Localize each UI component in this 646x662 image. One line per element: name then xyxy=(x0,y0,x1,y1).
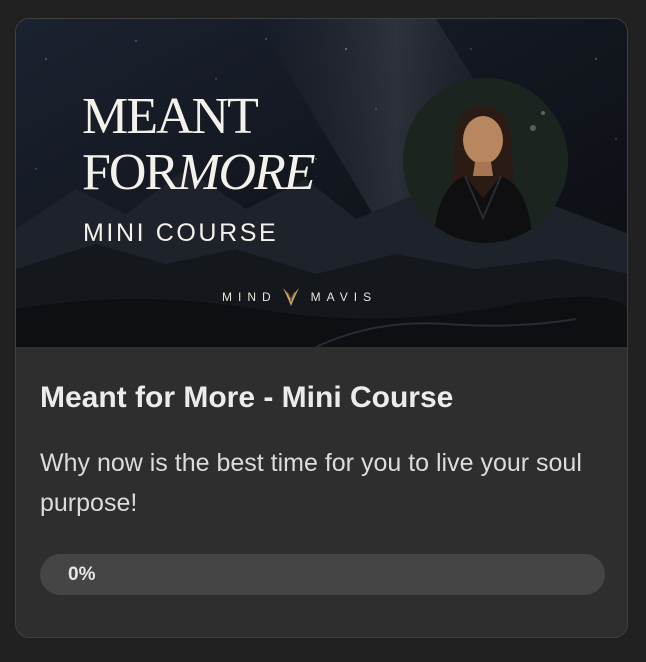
progress-label: 0% xyxy=(68,564,96,585)
banner-subtitle: MINI COURSE xyxy=(83,219,279,247)
banner-title-line1: MEANT xyxy=(82,88,259,145)
course-card[interactable]: MEANT FORMORE MINI COURSE MIND MAVIS Mea… xyxy=(15,18,628,638)
course-title[interactable]: Meant for More - Mini Course xyxy=(40,381,453,415)
banner-title-line2: FORMORE xyxy=(82,144,316,201)
brand-text-left: MIND xyxy=(222,290,277,304)
instructor-portrait xyxy=(403,78,568,243)
course-progress-bar: 0% xyxy=(40,554,605,595)
brand-text-right: MAVIS xyxy=(310,290,378,304)
course-description: Why now is the best time for you to live… xyxy=(40,449,582,517)
course-banner-image[interactable]: MEANT FORMORE MINI COURSE MIND MAVIS xyxy=(16,19,627,347)
woman-portrait-icon xyxy=(403,78,568,243)
banner-title-for: FOR xyxy=(82,144,179,201)
bird-wings-icon xyxy=(281,286,301,308)
brand-logo: MIND MAVIS xyxy=(222,286,377,308)
banner-title-more: MORE xyxy=(177,144,315,201)
